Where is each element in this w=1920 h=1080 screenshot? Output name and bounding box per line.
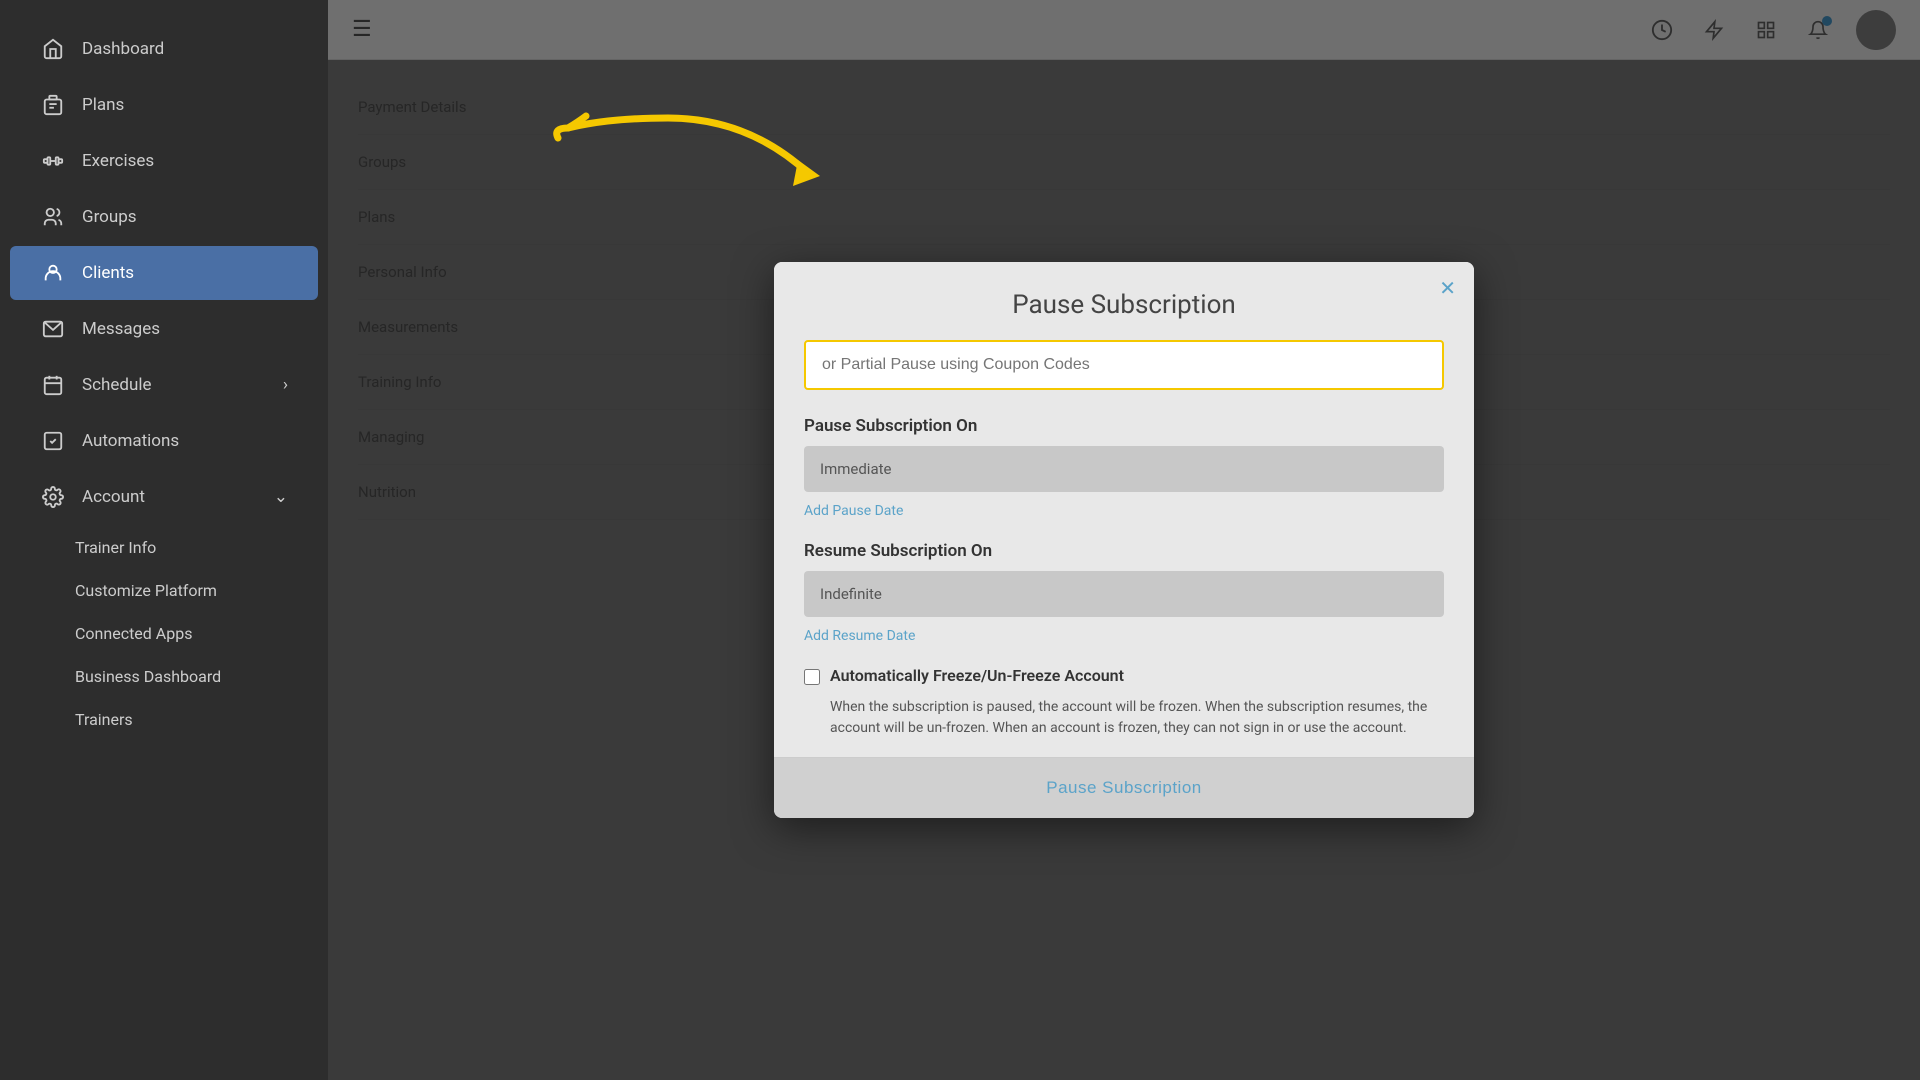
sidebar-item-label: Dashboard: [82, 39, 288, 59]
freeze-label: Automatically Freeze/Un-Freeze Account: [830, 666, 1124, 685]
modal-header: Pause Subscription ✕: [774, 262, 1474, 336]
sidebar-item-dashboard[interactable]: Dashboard: [10, 22, 318, 76]
resume-on-label: Resume Subscription On: [804, 541, 1444, 561]
sidebar-item-messages[interactable]: Messages: [10, 302, 318, 356]
coupon-code-input[interactable]: [804, 340, 1444, 390]
sidebar-item-customize-platform[interactable]: Customize Platform: [55, 569, 328, 612]
add-resume-date-link[interactable]: Add Resume Date: [804, 628, 915, 644]
sidebar-item-clients[interactable]: Clients: [10, 246, 318, 300]
modal-close-button[interactable]: ✕: [1439, 276, 1456, 301]
modal-body: Pause Subscription On Immediate Add Paus…: [774, 406, 1474, 739]
sidebar-item-label: Account: [82, 487, 258, 507]
sidebar-item-label: Exercises: [82, 151, 288, 171]
chevron-right-icon: ›: [283, 375, 288, 395]
pause-subscription-modal: Pause Subscription ✕ Pause Subscription …: [774, 262, 1474, 818]
pause-subscription-button[interactable]: Pause Subscription: [774, 758, 1474, 818]
coupon-row: [774, 336, 1474, 406]
mail-icon: [40, 316, 66, 342]
person-icon: [40, 260, 66, 286]
sidebar-item-label: Plans: [82, 95, 288, 115]
sidebar-item-label: Groups: [82, 207, 288, 227]
add-pause-date-link[interactable]: Add Pause Date: [804, 503, 903, 519]
sidebar-item-trainer-info[interactable]: Trainer Info: [55, 526, 328, 569]
sidebar-item-label: Automations: [82, 431, 288, 451]
sidebar-item-business-dashboard[interactable]: Business Dashboard: [55, 655, 328, 698]
freeze-checkbox[interactable]: [804, 669, 820, 685]
sidebar-item-label: Clients: [82, 263, 288, 283]
sidebar-item-account[interactable]: Account ⌄: [10, 470, 318, 524]
freeze-description: When the subscription is paused, the acc…: [830, 697, 1444, 739]
modal-title: Pause Subscription: [804, 290, 1444, 320]
home-icon: [40, 36, 66, 62]
users-icon: [40, 204, 66, 230]
gear-icon: [40, 484, 66, 510]
chevron-down-icon: ⌄: [274, 487, 288, 507]
clipboard-icon: [40, 92, 66, 118]
modal-footer: Pause Subscription: [774, 757, 1474, 818]
sidebar-item-schedule[interactable]: Schedule ›: [10, 358, 318, 412]
pause-on-label: Pause Subscription On: [804, 416, 1444, 436]
main-content: ☰ Payment Details Groups Pla: [328, 0, 1920, 1080]
sidebar-item-exercises[interactable]: Exercises: [10, 134, 318, 188]
sidebar-item-label: Schedule: [82, 375, 267, 395]
sidebar-item-label: Messages: [82, 319, 288, 339]
sidebar-item-trainers[interactable]: Trainers: [55, 698, 328, 741]
sidebar-item-automations[interactable]: Automations: [10, 414, 318, 468]
calendar-icon: [40, 372, 66, 398]
modal-overlay: Pause Subscription ✕ Pause Subscription …: [328, 0, 1920, 1080]
freeze-checkbox-row: Automatically Freeze/Un-Freeze Account: [804, 666, 1444, 685]
sidebar-nav: Dashboard Plans Exercises Groups Clients: [0, 0, 328, 1080]
resume-on-dropdown[interactable]: Indefinite: [804, 571, 1444, 617]
account-sub-items: Trainer Info Customize Platform Connecte…: [0, 526, 328, 741]
sidebar-item-connected-apps[interactable]: Connected Apps: [55, 612, 328, 655]
pause-on-dropdown[interactable]: Immediate: [804, 446, 1444, 492]
checkbox-icon: [40, 428, 66, 454]
sidebar-item-groups[interactable]: Groups: [10, 190, 318, 244]
dumbbell-icon: [40, 148, 66, 174]
sidebar: Dashboard Plans Exercises Groups Clients: [0, 0, 328, 1080]
sidebar-item-plans[interactable]: Plans: [10, 78, 318, 132]
